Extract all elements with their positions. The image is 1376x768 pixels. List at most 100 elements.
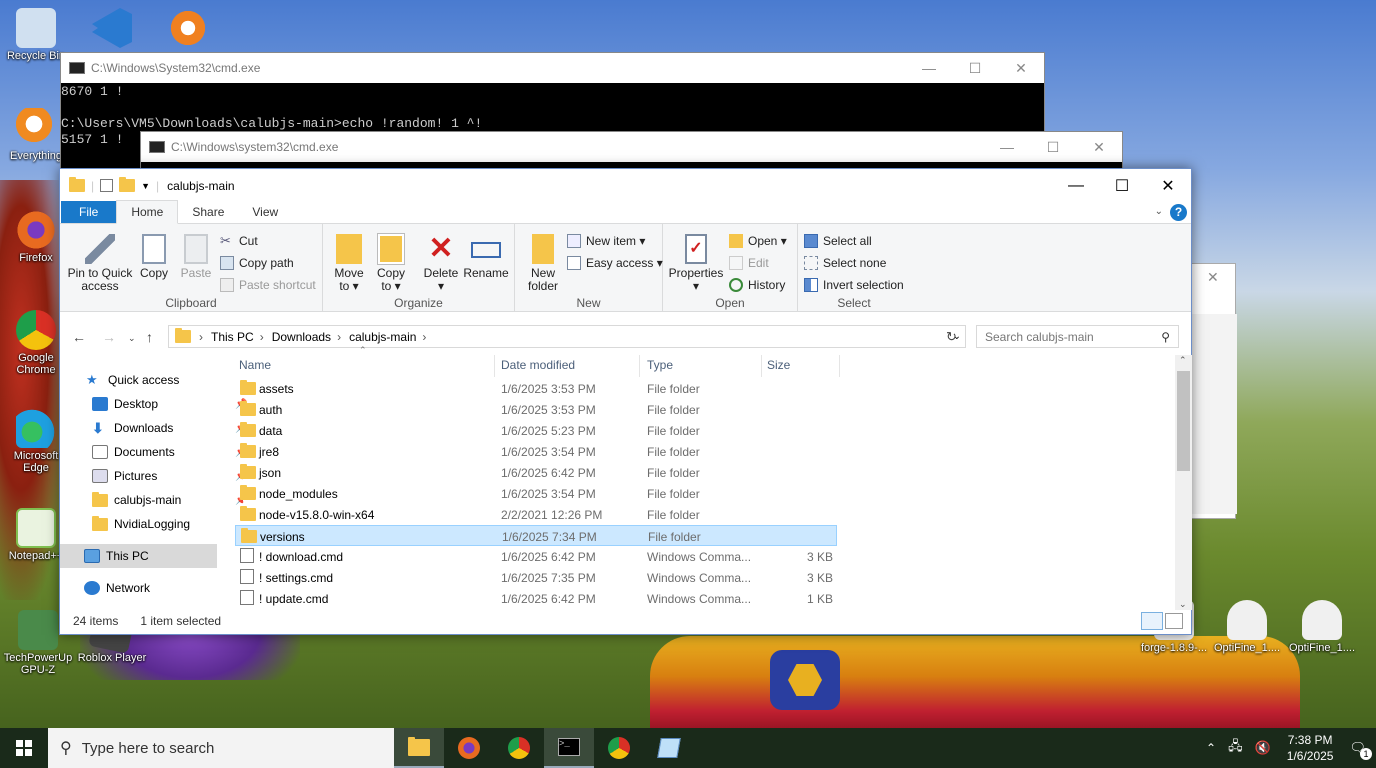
rename-button[interactable]: Rename xyxy=(463,234,509,280)
nav-documents[interactable]: Documents📌 xyxy=(92,445,247,459)
nav-pictures[interactable]: Pictures📌 xyxy=(92,469,247,483)
taskbar-chrome[interactable] xyxy=(494,728,544,768)
nav-network[interactable]: Network xyxy=(84,581,150,595)
address-bar[interactable]: › This PC › Downloads › calubjs-main › ⌄ xyxy=(168,325,966,348)
minimize-icon[interactable]: — xyxy=(906,60,952,77)
tab-file[interactable]: File xyxy=(61,201,117,223)
taskbar-chrome-profile[interactable] xyxy=(594,728,644,768)
maximize-icon[interactable]: ☐ xyxy=(1099,169,1145,202)
desktop-icon-blender[interactable] xyxy=(152,8,224,50)
explorer-titlebar[interactable]: | ▼ | calubjs-main — ☐ ✕ xyxy=(60,169,1191,202)
details-view-icon[interactable] xyxy=(1141,612,1163,630)
network-icon[interactable]: 🖧 xyxy=(1222,737,1249,759)
close-icon[interactable]: ✕ xyxy=(998,60,1044,77)
breadcrumb-downloads[interactable]: Downloads xyxy=(272,330,331,344)
nav-nvidialogging[interactable]: NvidiaLogging xyxy=(92,515,190,531)
search-input[interactable]: Search calubjs-main ⚲ xyxy=(976,325,1179,348)
chevron-up-icon[interactable]: ⌃ xyxy=(1200,741,1222,755)
easy-access-button[interactable]: Easy access ▾ xyxy=(567,256,663,270)
desktop-icon-optifine-2[interactable]: OptiFine_1.... xyxy=(1284,600,1360,654)
pin-to-quick-access-button[interactable]: Pin to Quick access xyxy=(66,234,134,293)
desktop-icon-vscode[interactable] xyxy=(76,8,148,50)
refresh-icon[interactable]: ↻ xyxy=(946,329,957,345)
taskbar-firefox[interactable] xyxy=(444,728,494,768)
file-row[interactable]: ! update.cmd 1/6/2025 6:42 PM Windows Comm… xyxy=(235,588,837,609)
column-header-date[interactable]: Date modified xyxy=(501,358,575,372)
taskbar-cmd[interactable]: >_ xyxy=(544,728,594,768)
properties-qat-icon[interactable] xyxy=(100,179,114,192)
new-item-button[interactable]: New item ▾ xyxy=(567,234,645,248)
forward-arrow-icon[interactable]: → xyxy=(102,329,116,345)
maximize-icon[interactable]: ☐ xyxy=(952,60,998,77)
tab-share[interactable]: Share xyxy=(178,201,238,223)
breadcrumb-calubjs-main[interactable]: calubjs-main xyxy=(349,330,416,344)
invert-selection-button[interactable]: Invert selection xyxy=(804,278,904,292)
copy-path-button[interactable]: Copy path xyxy=(220,256,294,270)
file-row[interactable]: node_modules 1/6/2025 3:54 PM File folder xyxy=(235,483,837,504)
up-arrow-icon[interactable]: ↑ xyxy=(146,329,153,345)
cmd-titlebar[interactable]: C:\Windows\system32\cmd.exe — ☐ ✕ xyxy=(141,132,1122,162)
close-icon[interactable]: ✕ xyxy=(1145,169,1191,202)
file-row[interactable]: assets 1/6/2025 3:53 PM File folder xyxy=(235,378,837,399)
nav-calubjs-main[interactable]: calubjs-main 📌 xyxy=(92,491,247,507)
column-header-size[interactable]: Size xyxy=(767,358,790,372)
file-row[interactable]: auth 1/6/2025 3:53 PM File folder xyxy=(235,399,837,420)
edit-button[interactable]: Edit xyxy=(729,256,769,270)
start-button[interactable] xyxy=(0,728,48,768)
help-icon[interactable]: ? xyxy=(1170,204,1187,221)
file-row[interactable]: ! settings.cmd 1/6/2025 7:35 PM Windows Co… xyxy=(235,567,837,588)
file-row[interactable]: jre8 1/6/2025 3:54 PM File folder xyxy=(235,441,837,462)
vertical-scrollbar[interactable]: ⌃ ⌄ xyxy=(1175,355,1192,610)
close-icon[interactable]: ✕ xyxy=(1207,269,1219,286)
back-arrow-icon[interactable]: ← xyxy=(72,329,86,345)
paste-button[interactable]: Paste xyxy=(177,234,215,280)
qat-dropdown-icon[interactable]: ▼ xyxy=(141,181,150,191)
invert-selection-icon xyxy=(804,278,818,292)
open-button[interactable]: Open ▾ xyxy=(729,234,787,248)
nav-desktop[interactable]: Desktop📌 xyxy=(92,397,247,411)
clock[interactable]: 7:38 PM 1/6/2025 xyxy=(1277,732,1344,764)
tab-view[interactable]: View xyxy=(238,201,292,223)
file-row[interactable]: node-v15.8.0-win-x64 2/2/2021 12:26 PM Fil… xyxy=(235,504,837,525)
history-button[interactable]: History xyxy=(729,278,785,292)
maximize-icon[interactable]: ☐ xyxy=(1030,139,1076,156)
taskbar-file-explorer[interactable] xyxy=(394,728,444,768)
nav-quick-access[interactable]: ★ Quick access xyxy=(86,373,179,388)
column-header-type[interactable]: Type xyxy=(647,358,673,372)
delete-button[interactable]: ✕ Delete ▾ xyxy=(421,234,461,293)
breadcrumb-this-pc[interactable]: This PC xyxy=(211,330,254,344)
scroll-up-icon[interactable]: ⌃ xyxy=(1179,355,1187,366)
expand-ribbon-icon[interactable]: ⌄ xyxy=(1155,206,1163,217)
volume-muted-icon[interactable]: 🔇 xyxy=(1249,740,1277,756)
minimize-icon[interactable]: — xyxy=(984,139,1030,156)
cut-button[interactable]: ✂ Cut xyxy=(220,234,258,249)
recent-locations-icon[interactable]: ⌄ xyxy=(128,333,136,344)
move-to-button[interactable]: Move to ▾ xyxy=(331,234,367,293)
tab-home[interactable]: Home xyxy=(116,200,179,224)
new-folder-button[interactable]: New folder xyxy=(523,234,563,293)
file-row[interactable]: versions 1/6/2025 7:34 PM File folder xyxy=(235,525,837,546)
close-icon[interactable]: ✕ xyxy=(1076,139,1122,156)
scrollbar-thumb[interactable] xyxy=(1177,371,1190,471)
taskbar-search[interactable]: ⚲ Type here to search xyxy=(48,728,394,768)
file-row[interactable]: data 1/6/2025 5:23 PM File folder xyxy=(235,420,837,441)
taskbar-notepad[interactable] xyxy=(644,728,694,768)
cmd-titlebar[interactable]: C:\Windows\System32\cmd.exe — ☐ ✕ xyxy=(61,53,1044,83)
copy-to-button[interactable]: Copy to ▾ xyxy=(373,233,409,293)
file-explorer-window[interactable]: | ▼ | calubjs-main — ☐ ✕ File Home Share V… xyxy=(59,168,1192,635)
large-icons-view-icon[interactable] xyxy=(1165,613,1183,629)
properties-button[interactable]: ✓ Properties ▾ xyxy=(667,234,725,293)
minimize-icon[interactable]: — xyxy=(1053,169,1099,202)
copy-button[interactable]: Copy xyxy=(136,234,172,280)
file-row[interactable]: json 1/6/2025 6:42 PM File folder xyxy=(235,462,837,483)
select-none-button[interactable]: Select none xyxy=(804,256,886,270)
notification-center-icon[interactable]: 🗨 1 xyxy=(1343,740,1376,760)
nav-downloads[interactable]: ⬇Downloads📌 xyxy=(92,421,247,435)
desktop-icon-optifine-1[interactable]: OptiFine_1.... xyxy=(1210,600,1284,654)
paste-shortcut-button[interactable]: Paste shortcut xyxy=(220,278,316,292)
select-all-button[interactable]: Select all xyxy=(804,234,872,248)
column-header-name[interactable]: Name xyxy=(239,358,271,372)
nav-this-pc[interactable]: This PC xyxy=(84,549,149,563)
file-row[interactable]: ! download.cmd 1/6/2025 6:42 PM Windows Co… xyxy=(235,546,837,567)
new-folder-qat-icon[interactable] xyxy=(119,177,136,192)
